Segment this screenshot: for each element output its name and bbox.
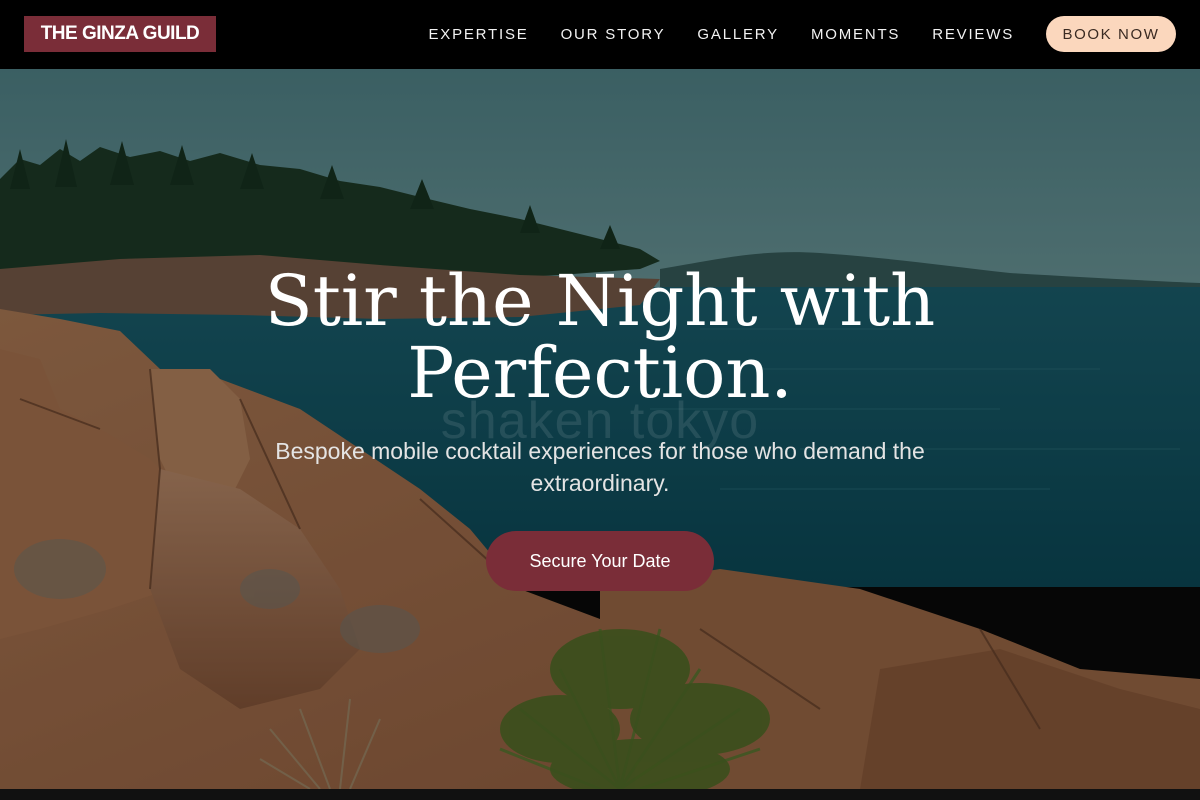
site-header: THE GINZA GUILD EXPERTISE OUR STORY GALL… [0, 0, 1200, 69]
nav-link-reviews[interactable]: REVIEWS [932, 26, 1014, 43]
nav-link-expertise[interactable]: EXPERTISE [428, 26, 528, 43]
hero-section: shaken tokyo Stir the Night with Perfect… [0, 69, 1200, 789]
nav-link-gallery[interactable]: GALLERY [697, 26, 779, 43]
brand-logo[interactable]: THE GINZA GUILD [24, 16, 216, 52]
nav-link-moments[interactable]: MOMENTS [811, 26, 900, 43]
hero-headline-line-1: Stir the Night with [264, 260, 936, 342]
main-nav: EXPERTISE OUR STORY GALLERY MOMENTS REVI… [428, 16, 1176, 52]
page-bottom-strip [0, 789, 1200, 800]
hero-headline: Stir the Night with Perfection. [0, 265, 1200, 409]
nav-link-our-story[interactable]: OUR STORY [561, 26, 666, 43]
hero-headline-line-2: Perfection. [407, 332, 793, 414]
secure-your-date-button[interactable]: Secure Your Date [486, 531, 714, 591]
hero-subtitle: Bespoke mobile cocktail experiences for … [275, 438, 925, 496]
book-now-button[interactable]: BOOK NOW [1046, 16, 1176, 52]
